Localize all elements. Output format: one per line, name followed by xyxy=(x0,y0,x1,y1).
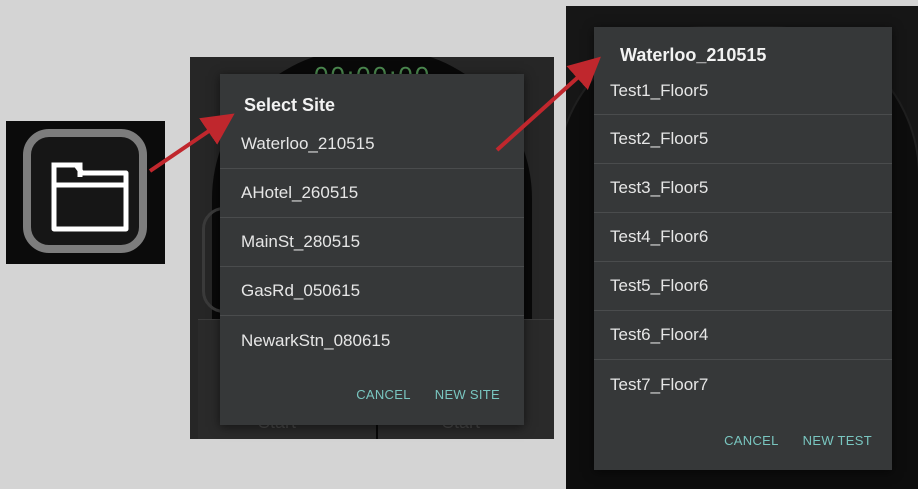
callout-arrows xyxy=(148,56,601,173)
arrow-to-site-dialog xyxy=(148,113,235,173)
arrow-to-tests-dialog xyxy=(495,56,601,152)
